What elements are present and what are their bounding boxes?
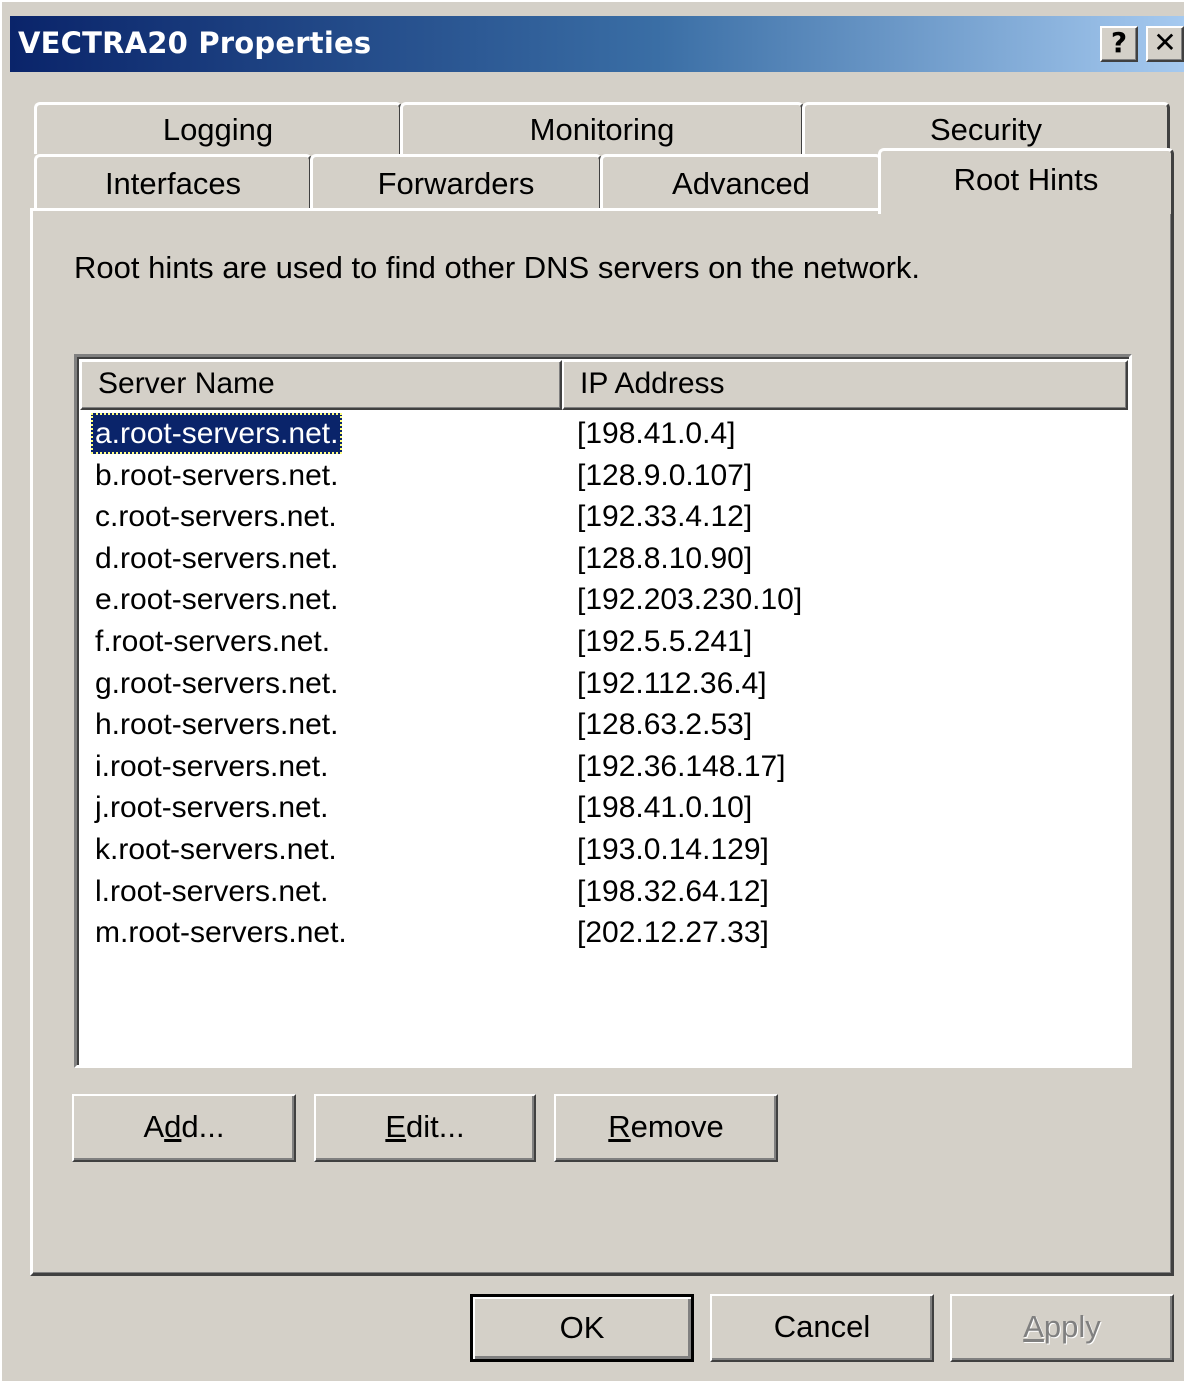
server-name-cell: j.root-servers.net.	[95, 791, 329, 825]
accelerator-key: A	[1023, 1309, 1044, 1344]
column-header-ip-address[interactable]: IP Address	[562, 360, 1128, 410]
root-hints-list[interactable]: Server Name IP Address a.root-servers.ne…	[74, 354, 1132, 1068]
ip-address-cell: [198.41.0.10]	[577, 791, 753, 825]
remove-button[interactable]: Remove	[554, 1094, 778, 1162]
server-name-cell: i.root-servers.net.	[95, 749, 329, 783]
window-title: VECTRA20 Properties	[18, 26, 372, 60]
ip-address-cell: [128.8.10.90]	[577, 541, 753, 575]
column-label: IP Address	[580, 367, 725, 400]
button-label: OK	[559, 1310, 605, 1345]
list-item[interactable]: k.root-servers.net. [193.0.14.129]	[77, 829, 1129, 870]
add-button[interactable]: Add...	[72, 1094, 296, 1162]
column-header-server-name[interactable]: Server Name	[80, 360, 562, 410]
ip-address-cell: [198.41.0.4]	[577, 417, 736, 450]
button-label: A	[143, 1109, 165, 1144]
ip-address-cell: [202.12.27.33]	[577, 916, 769, 950]
list-item[interactable]: b.root-servers.net. [128.9.0.107]	[77, 455, 1129, 496]
ip-address-cell: [198.32.64.12]	[577, 874, 769, 908]
tab-label: Monitoring	[529, 111, 675, 147]
ip-address-cell: [192.203.230.10]	[577, 583, 803, 617]
tab-monitoring[interactable]: Monitoring	[400, 102, 804, 154]
help-icon: ?	[1110, 26, 1128, 59]
tab-label: Root Hints	[953, 161, 1099, 197]
server-name-cell: e.root-servers.net.	[95, 583, 339, 617]
server-name-cell: d.root-servers.net.	[95, 541, 339, 575]
list-item[interactable]: l.root-servers.net. [198.32.64.12]	[77, 871, 1129, 912]
server-name-cell: l.root-servers.net.	[95, 874, 329, 908]
list-item[interactable]: i.root-servers.net. [192.36.148.17]	[77, 746, 1129, 787]
close-icon: ✕	[1153, 26, 1177, 59]
server-name-cell: f.root-servers.net.	[95, 625, 331, 658]
ip-address-cell: [192.33.4.12]	[577, 500, 753, 534]
button-label: dit...	[406, 1109, 465, 1144]
list-item[interactable]: c.root-servers.net. [192.33.4.12]	[77, 496, 1129, 537]
server-name-cell: b.root-servers.net.	[95, 458, 339, 492]
properties-dialog: VECTRA20 Properties ? ✕ Logging Monitori…	[0, 0, 1184, 1381]
help-button[interactable]: ?	[1100, 26, 1138, 62]
tab-advanced[interactable]: Advanced	[600, 154, 882, 210]
tab-security[interactable]: Security	[802, 102, 1170, 154]
server-name-cell: c.root-servers.net.	[95, 500, 337, 534]
server-name-cell: a.root-servers.net.	[91, 413, 343, 454]
accelerator-key: R	[608, 1109, 631, 1144]
tab-root-hints[interactable]: Root Hints	[878, 148, 1174, 214]
tab-interfaces[interactable]: Interfaces	[34, 154, 312, 210]
ip-address-cell: [128.9.0.107]	[577, 458, 753, 492]
ip-address-cell: [192.5.5.241]	[577, 625, 753, 658]
apply-button[interactable]: Apply	[950, 1294, 1174, 1362]
tab-label: Advanced	[672, 165, 810, 201]
tab-label: Interfaces	[104, 165, 242, 201]
server-name-cell: g.root-servers.net.	[95, 666, 339, 700]
button-label: Cancel	[773, 1309, 871, 1344]
list-item[interactable]: h.root-servers.net. [128.63.2.53]	[77, 704, 1129, 745]
list-item[interactable]: d.root-servers.net. [128.8.10.90]	[77, 538, 1129, 579]
ip-address-cell: [193.0.14.129]	[577, 833, 769, 866]
tab-label: Logging	[162, 111, 274, 147]
tab-logging[interactable]: Logging	[34, 102, 402, 154]
cancel-button[interactable]: Cancel	[710, 1294, 934, 1362]
server-name-cell: h.root-servers.net.	[95, 708, 339, 742]
list-item[interactable]: e.root-servers.net. [192.203.230.10]	[77, 579, 1129, 620]
ip-address-cell: [192.36.148.17]	[577, 749, 786, 783]
column-label: Server Name	[98, 367, 275, 400]
panel-description: Root hints are used to find other DNS se…	[74, 250, 921, 285]
accelerator-key: E	[385, 1109, 407, 1144]
edit-button[interactable]: Edit...	[314, 1094, 536, 1162]
list-item[interactable]: a.root-servers.net. [198.41.0.4]	[77, 413, 1129, 454]
button-label: d...	[181, 1109, 225, 1144]
accelerator-key: d	[164, 1109, 182, 1144]
tab-label: Forwarders	[377, 165, 535, 201]
list-item[interactable]: g.root-servers.net. [192.112.36.4]	[77, 663, 1129, 704]
ok-button[interactable]: OK	[470, 1294, 694, 1362]
server-name-cell: k.root-servers.net.	[95, 833, 337, 866]
button-label: emove	[630, 1109, 724, 1144]
list-item[interactable]: f.root-servers.net. [192.5.5.241]	[77, 621, 1129, 662]
tab-label: Security	[930, 111, 1042, 147]
button-label: pply	[1043, 1309, 1101, 1344]
ip-address-cell: [192.112.36.4]	[577, 666, 767, 700]
tab-forwarders[interactable]: Forwarders	[310, 154, 602, 210]
close-button[interactable]: ✕	[1146, 26, 1184, 62]
list-item[interactable]: j.root-servers.net. [198.41.0.10]	[77, 787, 1129, 828]
ip-address-cell: [128.63.2.53]	[577, 708, 753, 742]
server-name-cell: m.root-servers.net.	[95, 916, 347, 950]
title-bar[interactable]: VECTRA20 Properties ? ✕	[10, 16, 1184, 72]
list-item[interactable]: m.root-servers.net. [202.12.27.33]	[77, 912, 1129, 953]
